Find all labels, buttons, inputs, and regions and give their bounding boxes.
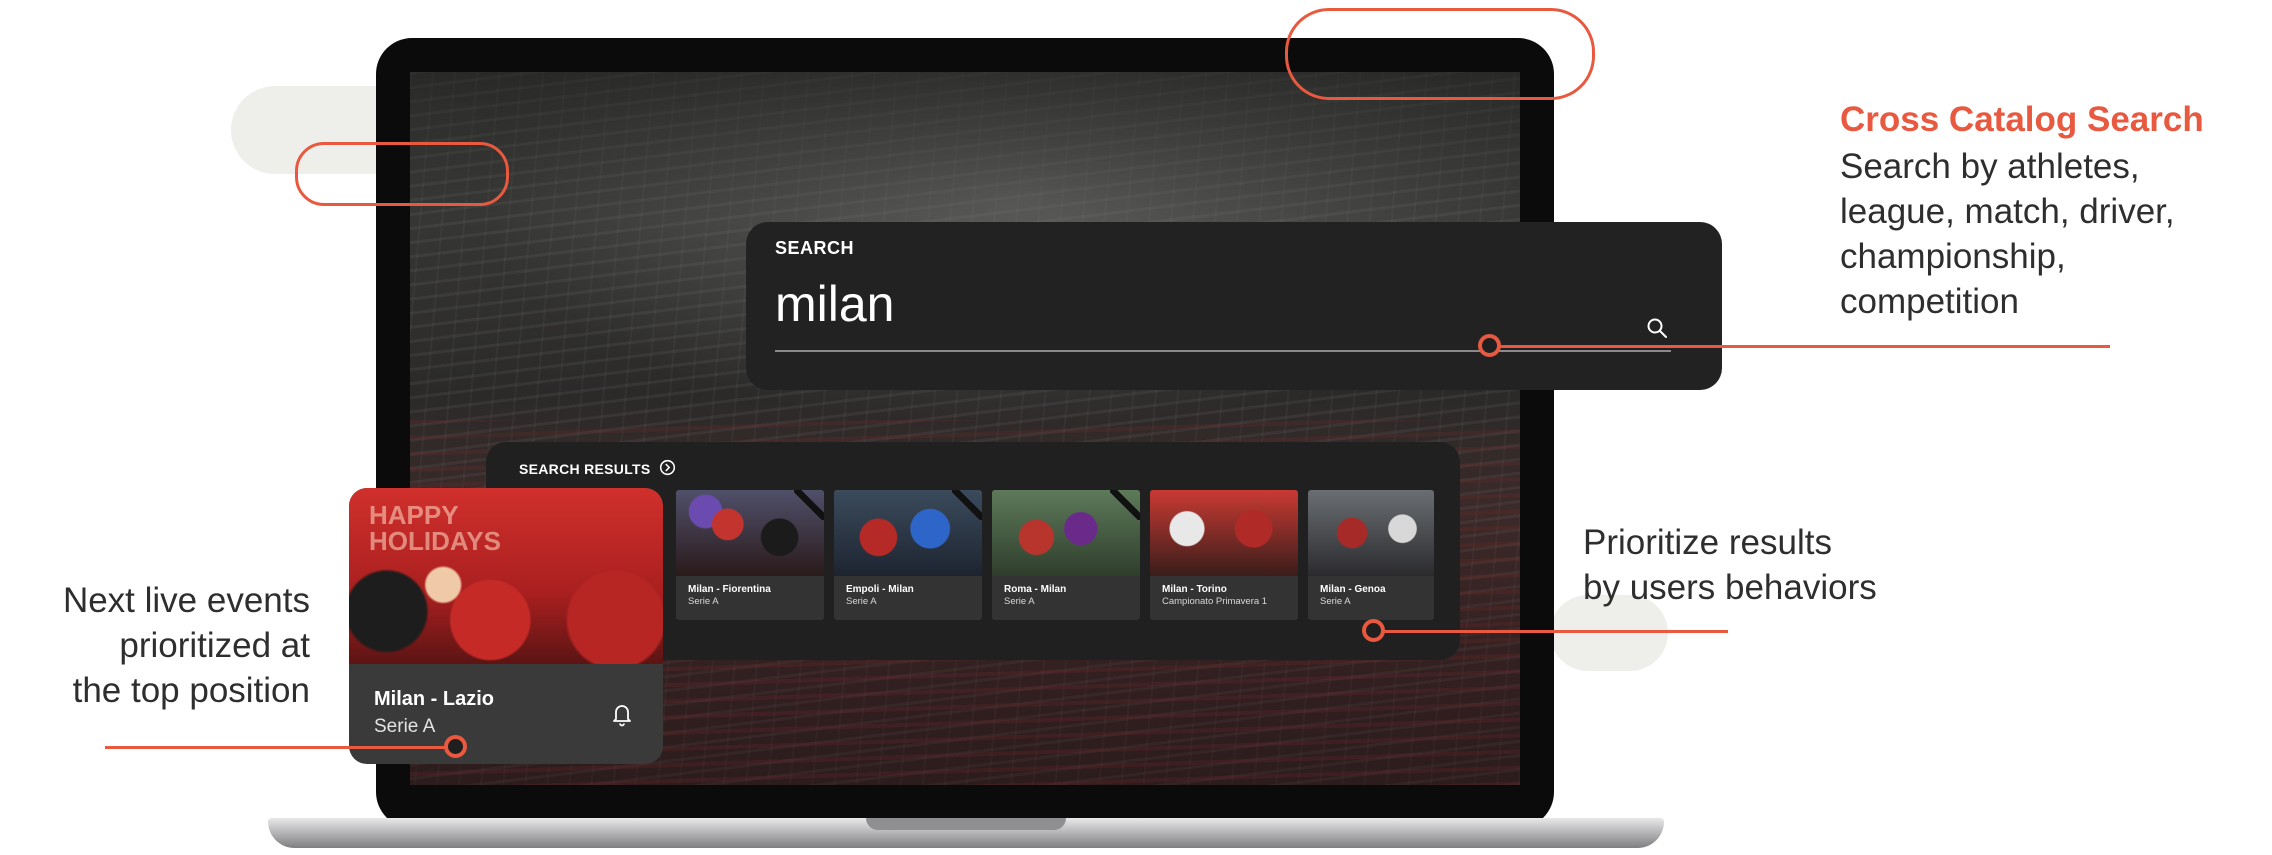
chevron-circle-icon[interactable] — [659, 459, 676, 476]
result-subtitle: Serie A — [1320, 596, 1351, 607]
callout-connector — [1376, 630, 1728, 633]
result-ribbon — [794, 490, 824, 520]
callout-text: Next live events prioritized at the top … — [10, 578, 310, 713]
callout-dot — [1362, 619, 1385, 642]
callout-text: Prioritize results by users behaviors — [1583, 520, 1877, 610]
callout-line: Next live events — [62, 581, 310, 620]
result-subtitle: Serie A — [1004, 596, 1035, 607]
callout-line: prioritized at — [119, 626, 310, 665]
result-card[interactable]: Empoli - Milan Serie A — [834, 490, 982, 620]
result-title: Roma - Milan — [1004, 584, 1067, 595]
featured-image-text: HAPPY HOLIDAYS — [369, 500, 501, 556]
result-card[interactable]: Milan - Genoa Serie A — [1308, 490, 1434, 620]
result-title: Empoli - Milan — [846, 584, 914, 595]
result-card[interactable]: Milan - Torino Campionato Primavera 1 — [1150, 490, 1298, 620]
callout-line: competition — [1840, 282, 2019, 321]
result-title: Milan - Genoa — [1320, 584, 1386, 595]
callout-title: Cross Catalog Search — [1840, 100, 2204, 139]
callout-dot — [444, 735, 467, 758]
result-subtitle: Campionato Primavera 1 — [1162, 596, 1268, 607]
callout-line: by users behaviors — [1583, 568, 1877, 607]
laptop-notch — [866, 818, 1066, 830]
callout-line: championship, — [1840, 237, 2066, 276]
featured-subtitle: Serie A — [374, 716, 436, 737]
result-title: Milan - Torino — [1162, 584, 1227, 595]
result-card[interactable]: Milan - Fiorentina Serie A — [676, 490, 824, 620]
callout-line: the top position — [72, 671, 310, 710]
search-underline — [775, 350, 1671, 352]
search-results-label: SEARCH RESULTS — [519, 461, 651, 477]
bell-icon[interactable] — [610, 701, 634, 727]
callout-text: Search by athletes, league, match, drive… — [1840, 144, 2175, 324]
result-ribbon — [952, 490, 982, 520]
search-input[interactable] — [775, 282, 1671, 326]
search-icon[interactable] — [1645, 316, 1669, 340]
result-thumbnail — [1150, 490, 1298, 576]
callout-line: Prioritize results — [1583, 523, 1832, 562]
result-title: Milan - Fiorentina — [688, 584, 771, 595]
search-label: SEARCH — [775, 238, 855, 258]
callout-connector — [1492, 345, 2110, 348]
featured-thumbnail: HAPPY HOLIDAYS — [349, 488, 663, 664]
result-ribbon — [1110, 490, 1140, 520]
result-thumbnail — [1308, 490, 1434, 576]
callout-dot — [1478, 334, 1501, 357]
callout-line: Search by athletes, — [1840, 147, 2140, 186]
result-card[interactable]: Roma - Milan Serie A — [992, 490, 1140, 620]
highlight-ring — [1285, 8, 1595, 100]
result-subtitle: Serie A — [846, 596, 877, 607]
callout-line: league, match, driver, — [1840, 192, 2175, 231]
callout-connector — [105, 746, 453, 749]
result-subtitle: Serie A — [688, 596, 719, 607]
featured-title: Milan - Lazio — [374, 688, 494, 710]
highlight-ring — [295, 142, 509, 206]
